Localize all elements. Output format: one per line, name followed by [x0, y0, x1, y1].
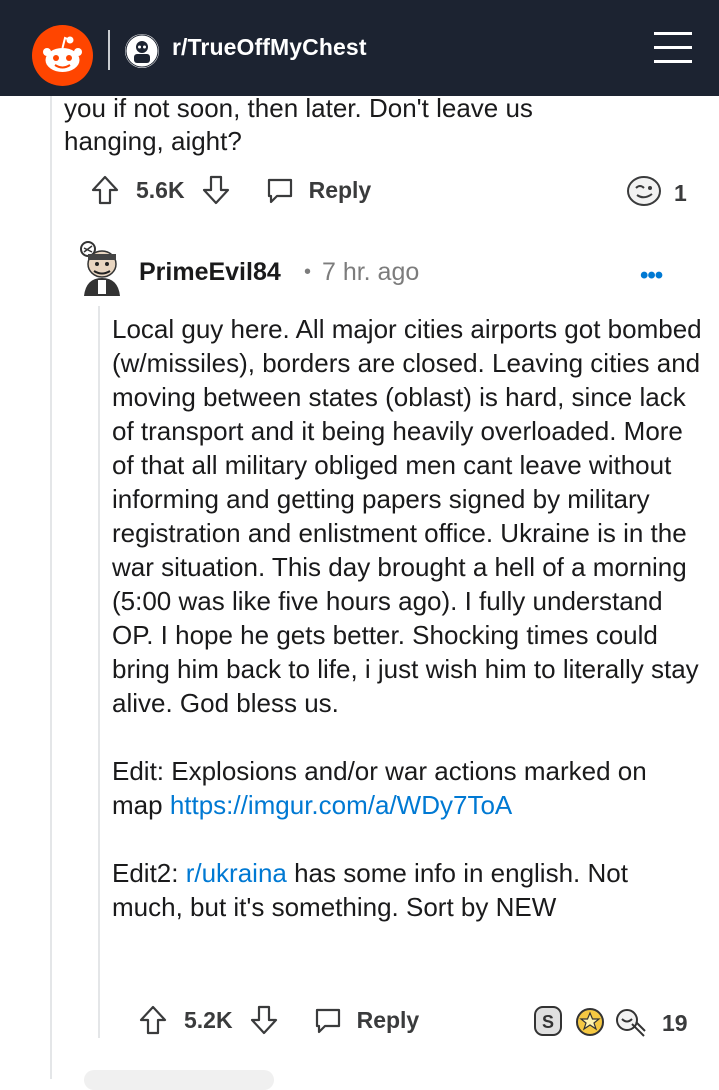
next-comment-placeholder — [84, 1070, 274, 1090]
comment-edit2: Edit2: r/ukraina has some info in englis… — [112, 856, 702, 924]
comment-edit1: Edit: Explosions and/or war actions mark… — [112, 754, 702, 822]
reply-label: Reply — [308, 176, 372, 203]
award-count: 1 — [674, 180, 687, 206]
comment-timestamp: • 7 hr. ago — [304, 258, 419, 287]
gold-award-icon — [576, 1008, 604, 1036]
svg-text:S: S — [542, 1012, 554, 1032]
imgur-link[interactable]: https://imgur.com/a/WDy7ToA — [170, 790, 512, 820]
comment-time: 7 hr. ago — [321, 258, 420, 286]
top-nav-bar: r/TrueOffMyChest — [0, 0, 719, 96]
reply-icon — [315, 1008, 340, 1034]
comment-body: Local guy here. All major cities airport… — [112, 312, 702, 924]
comment-paragraph: Local guy here. All major cities airport… — [112, 314, 702, 718]
header-divider — [108, 30, 110, 70]
upvote-count: 5.6K — [136, 176, 185, 203]
upvote-icon — [91, 175, 119, 205]
parent-thread-line[interactable] — [50, 96, 52, 1079]
reply-button[interactable]: Reply — [265, 175, 372, 205]
reddit-logo-icon[interactable] — [32, 25, 93, 86]
award-count: 19 — [662, 1010, 688, 1036]
upvote-button[interactable] — [138, 1004, 168, 1036]
subreddit-icon[interactable] — [125, 34, 159, 68]
edit2-prefix: Edit2: — [112, 858, 186, 888]
parent-comment-text: you if not soon, then later. Don't leave… — [64, 93, 533, 156]
downvote-button[interactable] — [249, 1004, 279, 1036]
upvote-button[interactable] — [90, 174, 120, 206]
reply-button[interactable]: Reply — [313, 1005, 420, 1035]
reply-label: Reply — [356, 1006, 420, 1033]
downvote-button[interactable] — [201, 174, 231, 206]
silver-award-icon: S — [534, 1006, 562, 1036]
avatar[interactable] — [76, 240, 128, 298]
awards-group[interactable]: S — [532, 1004, 652, 1040]
wholesome-award-icon — [616, 1009, 646, 1037]
comment-actions: 5.2K Reply — [138, 1004, 419, 1036]
comment-thread-line[interactable] — [98, 306, 100, 1038]
downvote-icon — [250, 1005, 277, 1035]
award-icon[interactable] — [626, 174, 662, 208]
upvote-count: 5.2K — [184, 1006, 233, 1033]
subreddit-name[interactable]: r/TrueOffMyChest — [172, 34, 367, 61]
reply-icon — [267, 178, 292, 204]
comment-username[interactable]: PrimeEvil84 — [139, 258, 281, 287]
hamburger-menu-icon[interactable] — [654, 32, 692, 64]
more-options-button[interactable]: ••• — [640, 262, 663, 290]
separator-dot: • — [304, 261, 312, 283]
parent-comment-actions: 5.6K Reply — [90, 174, 371, 206]
subreddit-link[interactable]: r/ukraina — [186, 858, 287, 888]
upvote-icon — [139, 1005, 167, 1035]
downvote-icon — [202, 175, 229, 205]
